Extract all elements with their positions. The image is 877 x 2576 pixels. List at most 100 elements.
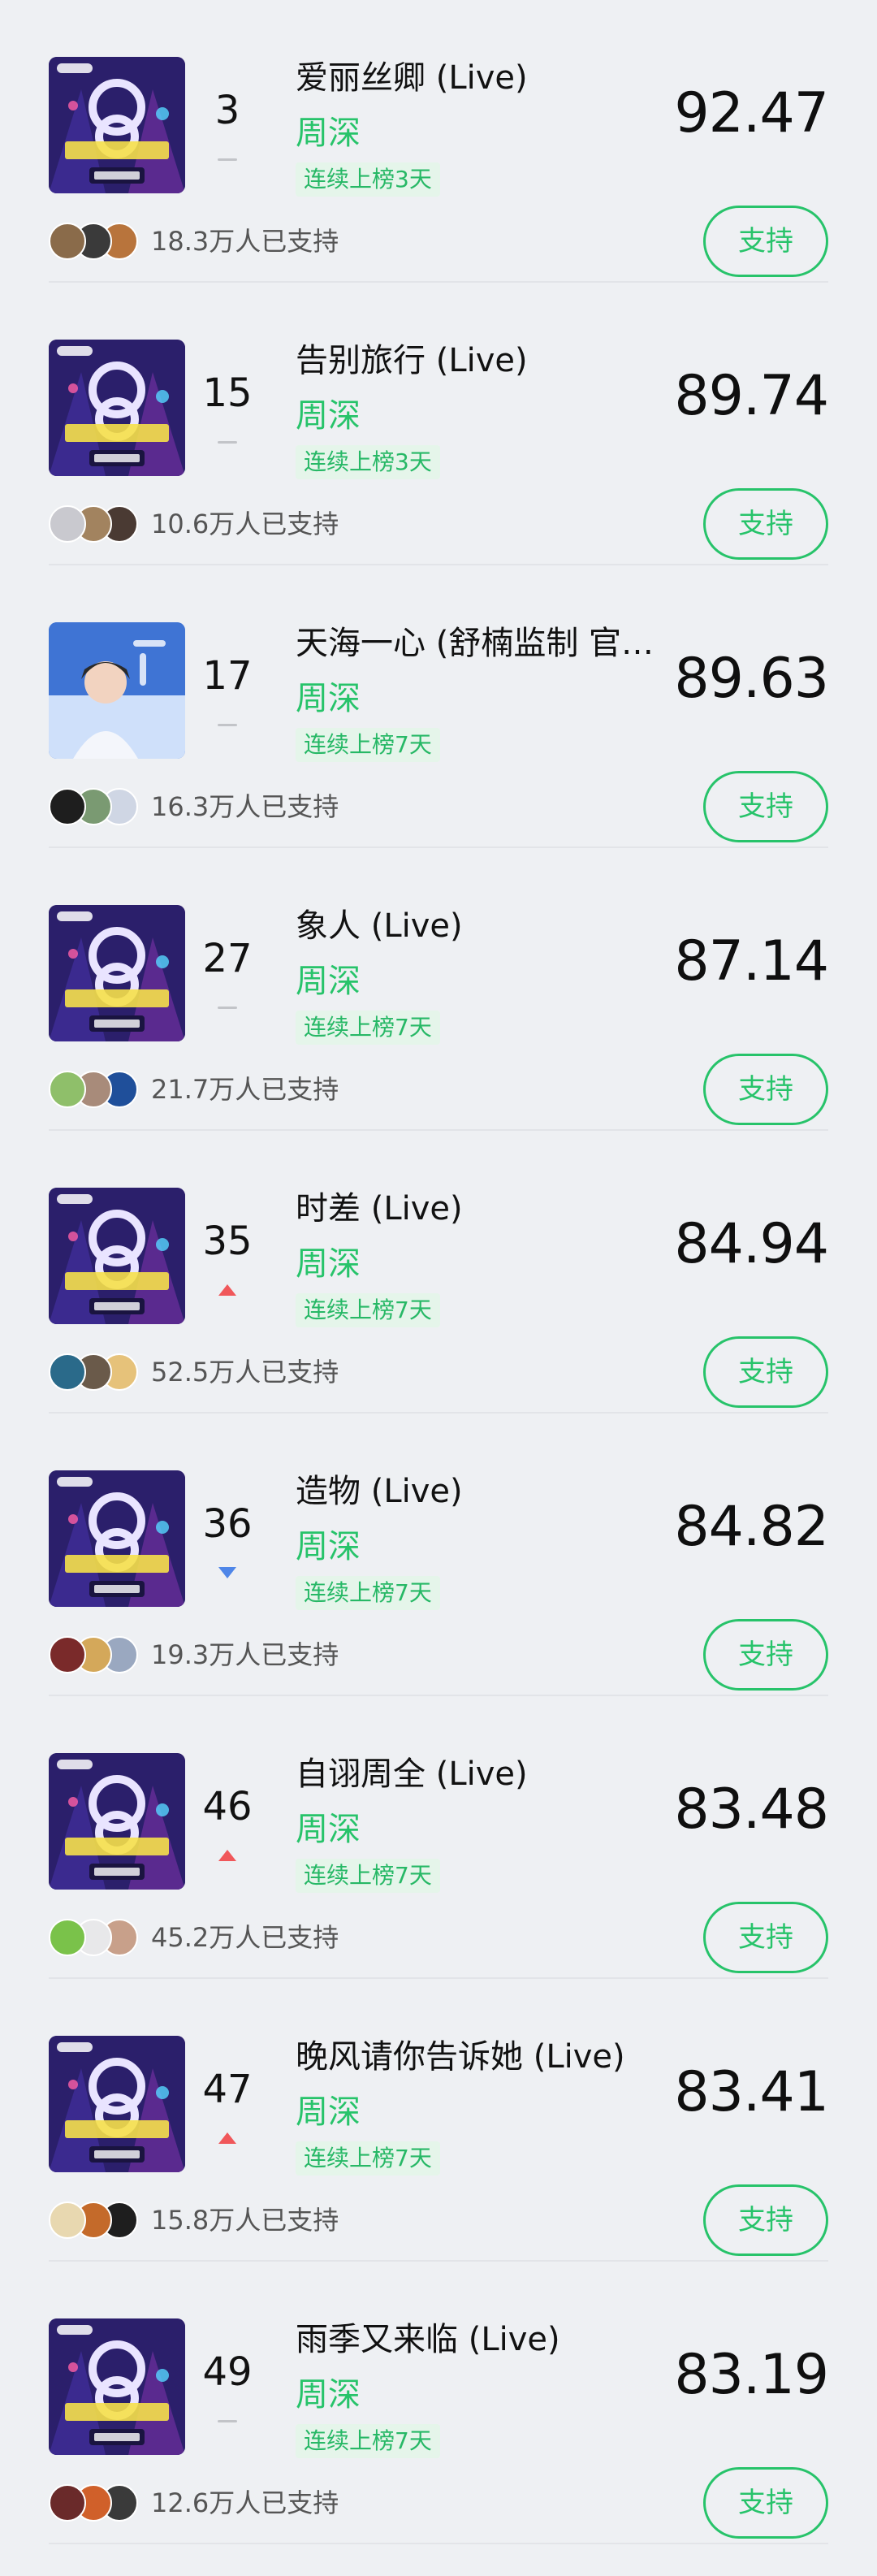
artist-name[interactable]: 周深	[296, 960, 361, 1002]
supporter-count: 18.3万人已支持	[151, 226, 339, 257]
album-cover-image[interactable]	[49, 340, 185, 476]
song-title[interactable]: 爱丽丝卿 (Live)	[296, 57, 677, 99]
trend-unchanged-icon	[218, 2414, 237, 2427]
supporter-count: 12.6万人已支持	[151, 2487, 339, 2518]
supporter-count: 15.8万人已支持	[151, 2205, 339, 2236]
trend-unchanged-icon	[218, 153, 237, 166]
artist-name[interactable]: 周深	[296, 1808, 361, 1851]
support-button[interactable]: 支持	[703, 1336, 828, 1408]
score-value: 83.41	[674, 2060, 829, 2124]
chart-streak-badge: 连续上榜7天	[296, 2424, 440, 2458]
supporter-avatar	[49, 2484, 86, 2522]
supporter-avatars	[49, 1353, 140, 1391]
song-row[interactable]: 49 雨季又来临 (Live) 周深 连续上榜7天 83.19 支持 12.6万人已支持	[0, 2262, 877, 2544]
score-value: 89.63	[674, 647, 829, 711]
score-value: 84.94	[674, 1212, 829, 1276]
song-row[interactable]: 36 造物 (Live) 周深连续上榜7天 84.82 支持 19.3万人已支持	[0, 1414, 877, 1696]
album-cover-image[interactable]	[49, 2318, 185, 2455]
artist-name[interactable]: 周深	[296, 112, 361, 154]
rank-number: 17	[202, 653, 253, 699]
support-button[interactable]: 支持	[703, 1619, 828, 1691]
support-button[interactable]: 支持	[703, 771, 828, 842]
score-value: 83.48	[674, 1777, 829, 1842]
album-cover-image[interactable]	[49, 1188, 185, 1324]
supporter-avatar	[49, 788, 86, 825]
song-title[interactable]: 告别旅行 (Live)	[296, 340, 677, 382]
artist-name[interactable]: 周深	[296, 2374, 361, 2416]
supporter-avatars	[49, 2202, 140, 2239]
supporter-count: 21.7万人已支持	[151, 1074, 339, 1105]
supporter-avatars	[49, 223, 140, 260]
supporter-avatars	[49, 505, 140, 543]
support-button[interactable]: 支持	[703, 1054, 828, 1125]
artist-name[interactable]: 周深	[296, 2091, 361, 2133]
row-divider	[49, 2543, 828, 2544]
chart-streak-badge: 连续上榜3天	[296, 162, 440, 197]
artist-name[interactable]: 周深	[296, 1526, 361, 1568]
chart-streak-badge: 连续上榜7天	[296, 2141, 440, 2176]
song-title[interactable]: 天海一心 (舒楠监制 官方正式版)	[296, 622, 677, 665]
song-row[interactable]: 46 自诩周全 (Live) 周深 连续上榜7天 83.48 支持 45.2万人已支持	[0, 1696, 877, 1979]
supporter-avatar	[49, 1919, 86, 1956]
song-title[interactable]: 时差 (Live)	[296, 1188, 677, 1230]
supporter-avatar	[49, 2202, 86, 2239]
supporter-avatars	[49, 1071, 140, 1108]
song-row[interactable]: 27 象人 (Live) 周深连续上榜7天 87.14 支持 21.7万人已支持	[0, 848, 877, 1131]
song-row[interactable]: 15 告别旅行 (Live) 周深连续上榜3天 89.74 支持 10.6万人已支持	[0, 283, 877, 565]
supporter-avatars	[49, 1636, 140, 1673]
supporter-avatars	[49, 2484, 140, 2522]
ranking-list: 3 爱丽丝卿 (Live) 周深 连续上榜3天 92.47 支持 18.3万人已支持 15 告别…	[0, 0, 877, 2576]
support-button[interactable]: 支持	[703, 206, 828, 277]
rank-number: 3	[214, 88, 240, 133]
album-cover-image[interactable]	[49, 622, 185, 759]
song-row[interactable]: 35 时差 (Live) 周深 连续上榜7天 84.94 支持 52.5万人已支持	[0, 1131, 877, 1414]
trend-unchanged-icon	[218, 435, 237, 448]
artist-name[interactable]: 周深	[296, 678, 361, 720]
support-button[interactable]: 支持	[703, 1902, 828, 1973]
album-cover-image[interactable]	[49, 1753, 185, 1890]
song-title[interactable]: 象人 (Live)	[296, 905, 677, 947]
song-title[interactable]: 晚风请你告诉她 (Live)	[296, 2036, 677, 2078]
chart-streak-badge: 连续上榜3天	[296, 445, 440, 479]
trend-up-icon	[218, 1849, 237, 1862]
song-row[interactable]: 47 晚风请你告诉她 (Live) 周深连续上榜7天 83.41 支持 15.8万人已支持	[0, 1979, 877, 2262]
supporter-avatar	[49, 223, 86, 260]
artist-name[interactable]: 周深	[296, 1243, 361, 1285]
supporter-count: 45.2万人已支持	[151, 1922, 339, 1953]
supporter-avatar	[49, 1353, 86, 1391]
song-row[interactable]: 3 爱丽丝卿 (Live) 周深连续上榜3天 92.47 支持 18.3万人已支持	[0, 0, 877, 283]
score-value: 87.14	[674, 929, 829, 994]
rank-number: 49	[202, 2349, 253, 2395]
trend-up-icon	[218, 1284, 237, 1297]
supporter-count: 19.3万人已支持	[151, 1639, 339, 1670]
supporter-avatar	[49, 505, 86, 543]
score-value: 84.82	[674, 1495, 829, 1559]
album-cover-image[interactable]	[49, 905, 185, 1041]
score-value: 89.74	[674, 364, 829, 428]
score-value: 92.47	[674, 81, 829, 145]
rank-number: 47	[202, 2067, 253, 2112]
rank-number: 36	[202, 1501, 253, 1547]
trend-unchanged-icon	[218, 1001, 237, 1014]
chart-streak-badge: 连续上榜7天	[296, 1576, 440, 1610]
supporter-count: 16.3万人已支持	[151, 791, 339, 822]
rank-number: 27	[202, 936, 253, 981]
support-button[interactable]: 支持	[703, 2467, 828, 2539]
supporter-count: 52.5万人已支持	[151, 1357, 339, 1388]
song-title[interactable]: 自诩周全 (Live)	[296, 1753, 677, 1795]
album-cover-image[interactable]	[49, 57, 185, 193]
supporter-count: 10.6万人已支持	[151, 509, 339, 539]
support-button[interactable]: 支持	[703, 488, 828, 560]
rank-number: 15	[202, 370, 253, 416]
song-title[interactable]: 雨季又来临 (Live)	[296, 2318, 677, 2361]
album-cover-image[interactable]	[49, 2036, 185, 2172]
chart-streak-badge: 连续上榜7天	[296, 1011, 440, 1045]
song-row[interactable]: 17 天海一心 (舒楠监制 官方正式版) 周深连续上榜7天 89.63 支持 16.3万人…	[0, 565, 877, 848]
trend-unchanged-icon	[218, 718, 237, 731]
album-cover-image[interactable]	[49, 1470, 185, 1607]
song-title[interactable]: 造物 (Live)	[296, 1470, 677, 1513]
artist-name[interactable]: 周深	[296, 395, 361, 437]
supporter-avatars	[49, 788, 140, 825]
support-button[interactable]: 支持	[703, 2184, 828, 2256]
trend-up-icon	[218, 2132, 237, 2145]
